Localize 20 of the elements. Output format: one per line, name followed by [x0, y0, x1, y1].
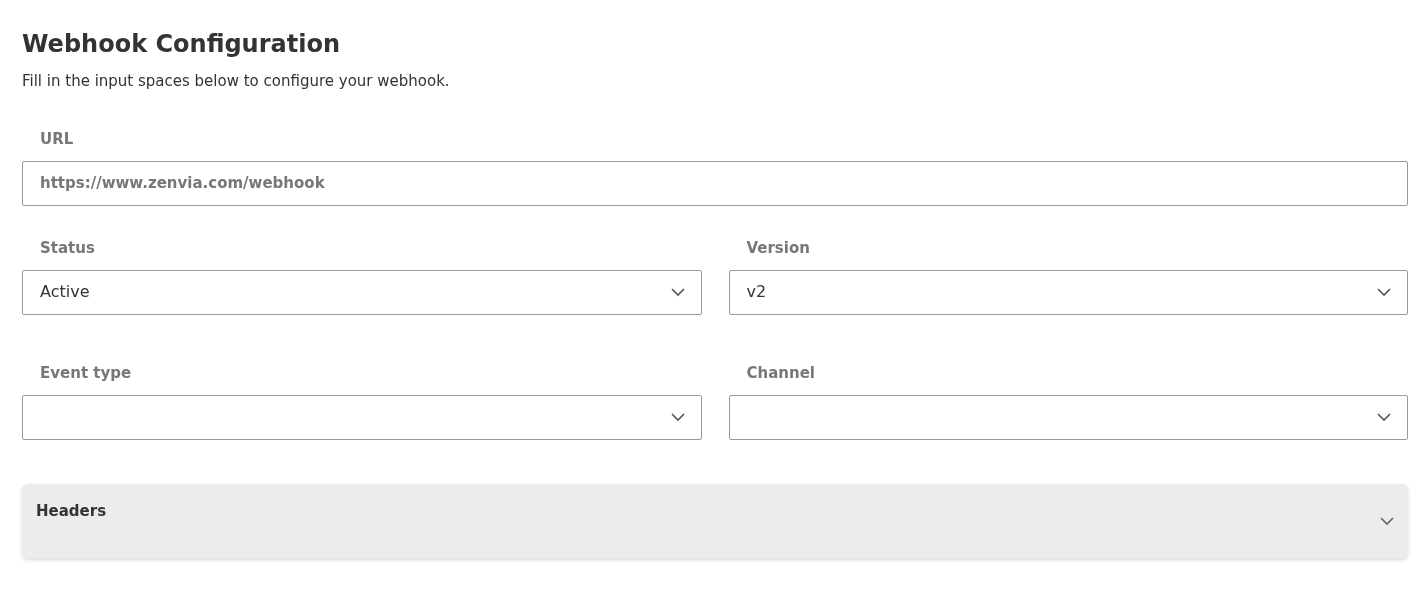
headers-accordion[interactable]: Headers — [22, 483, 1408, 558]
select-field[interactable]: v2 — [728, 269, 1408, 315]
field-label: Channel — [746, 363, 815, 382]
select-field[interactable] — [728, 394, 1408, 440]
page-title: Webhook Configuration — [22, 29, 341, 60]
select-value: Active — [40, 281, 90, 303]
chevron-icon — [1377, 287, 1391, 297]
select-field[interactable]: Active — [22, 269, 702, 315]
field-label: URL — [40, 129, 74, 148]
url-input-field[interactable]: https://www.zenvia.com/webhook — [22, 160, 1408, 206]
accordion-title: Headers — [36, 500, 107, 520]
chevron-icon — [1377, 412, 1391, 422]
field-label: Event type — [40, 363, 132, 382]
chevron-icon — [670, 412, 685, 422]
select-field[interactable] — [22, 394, 702, 440]
field-label: Version — [746, 238, 810, 257]
page-description: Fill in the input spaces below to configure your webhook. — [22, 71, 451, 92]
chevron-icon — [670, 287, 685, 297]
select-value: v2 — [746, 281, 767, 303]
field-label: Status — [40, 238, 95, 257]
